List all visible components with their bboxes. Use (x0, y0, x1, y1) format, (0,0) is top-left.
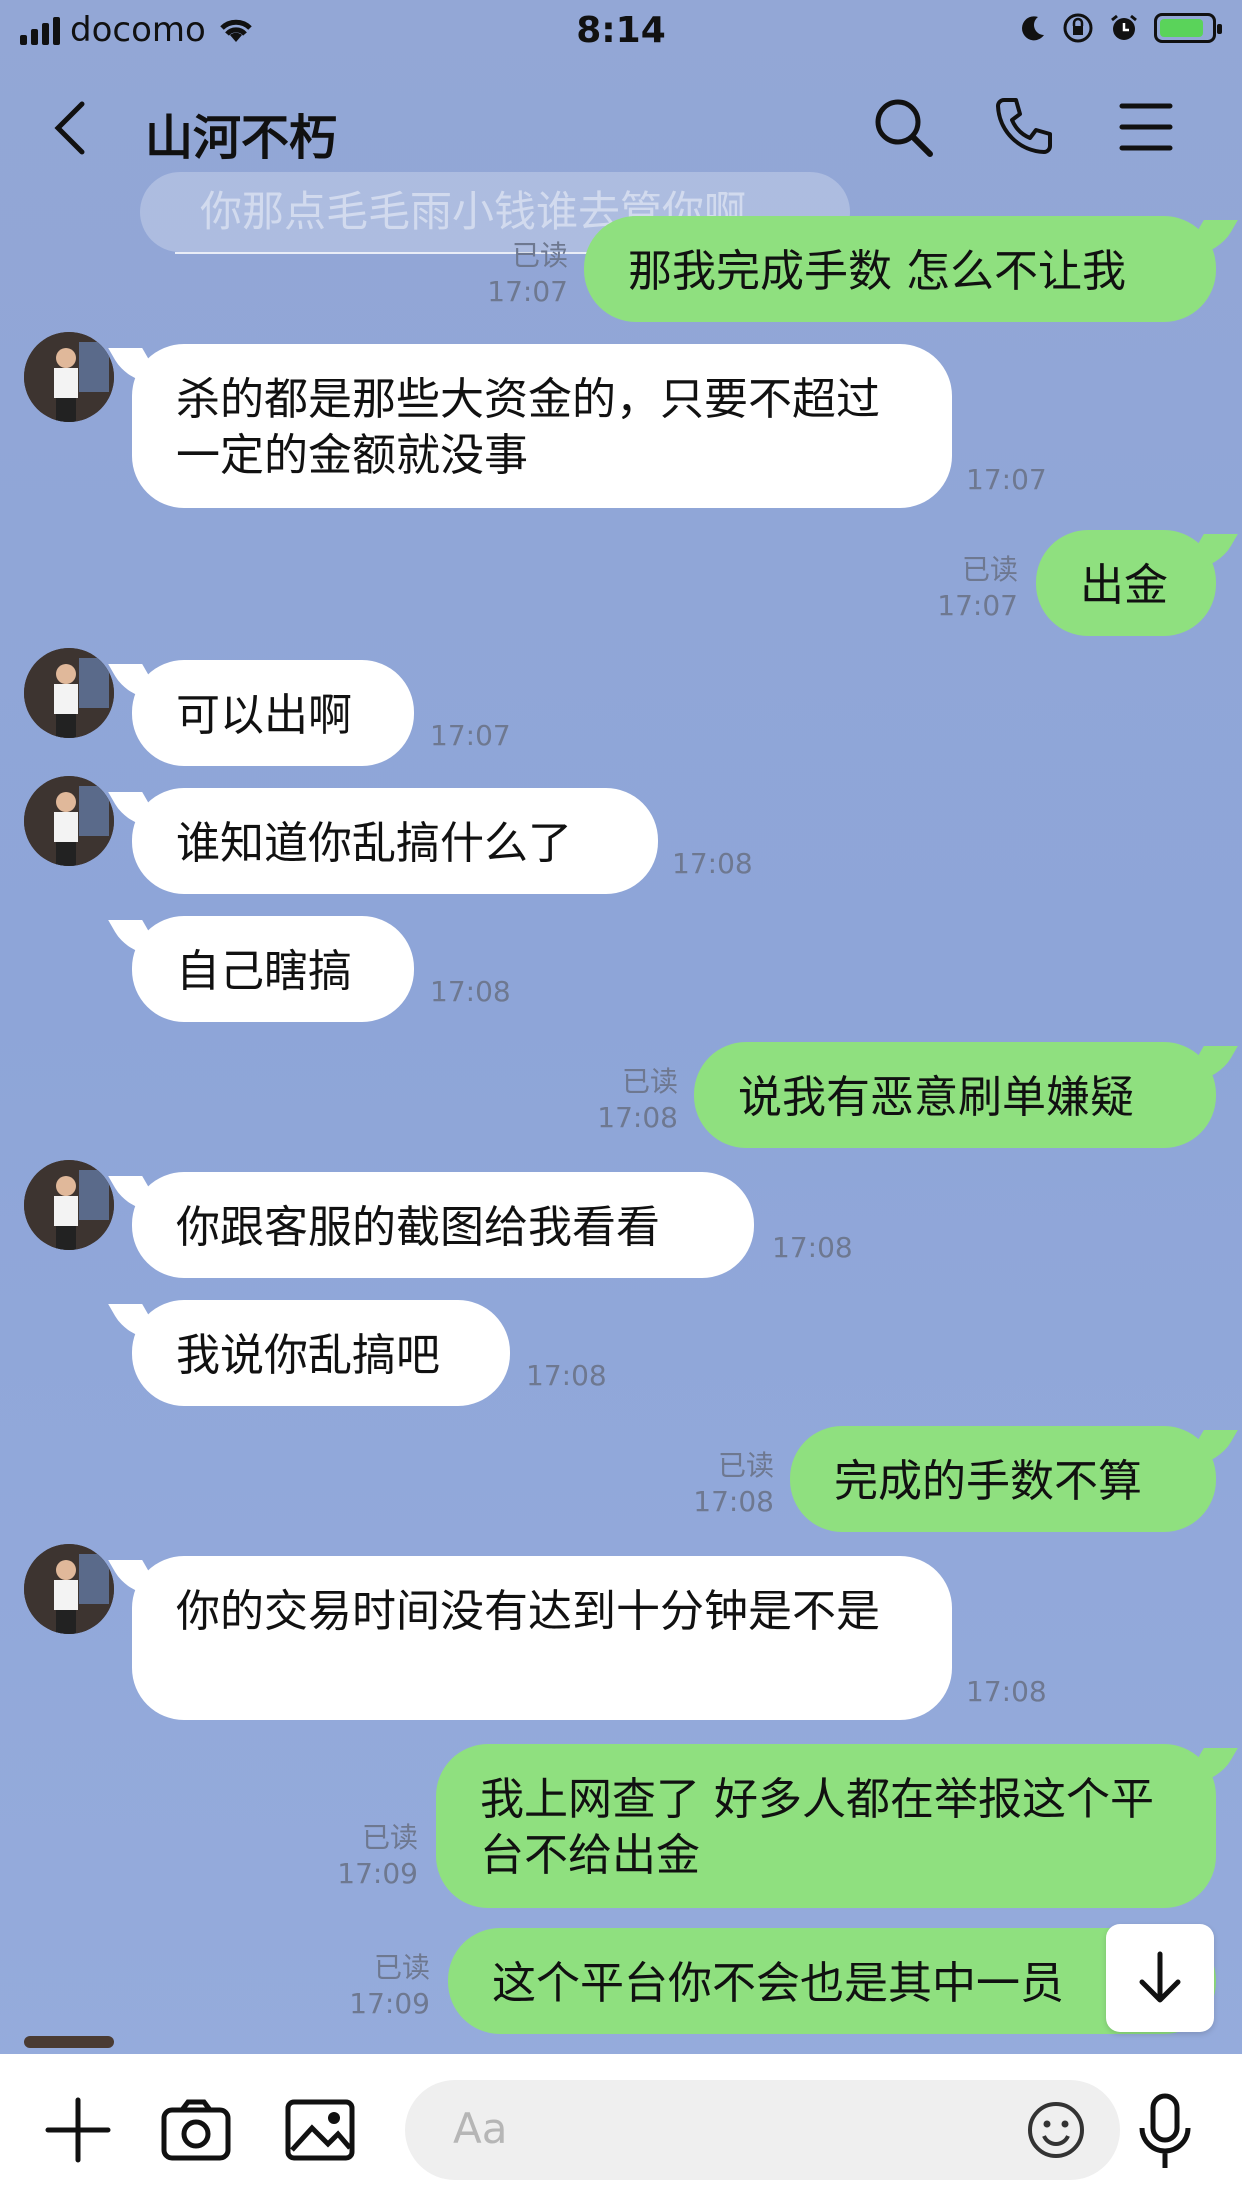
message-meta: 已读 17:09 (332, 1950, 430, 2022)
message-text: 出金 (1080, 560, 1168, 611)
message-time: 17:09 (337, 1857, 418, 1890)
image-icon (285, 2099, 355, 2161)
message-bubble-outgoing[interactable]: 我上网查了 好多人都在举报这个平台不给出金 (436, 1744, 1216, 1908)
message-input[interactable]: Aa (405, 2080, 1120, 2180)
read-receipt: 已读 (373, 1951, 430, 1984)
message-meta: 已读 17:09 (320, 1820, 418, 1892)
avatar[interactable] (24, 776, 114, 866)
moon-icon (1022, 16, 1044, 41)
message-time: 17:08 (597, 1101, 678, 1134)
scroll-to-bottom-button[interactable] (1106, 1924, 1214, 2032)
message-bubble-incoming[interactable]: 我说你乱搞吧 (132, 1300, 510, 1406)
read-receipt: 已读 (961, 553, 1018, 586)
camera-icon (161, 2099, 231, 2161)
message-text: 自己瞎搞 (176, 946, 352, 997)
menu-icon (1119, 103, 1173, 151)
chat-header: 你那点毛毛雨小钱谁去管你啊 山河不朽 (0, 62, 1242, 254)
chevron-left-icon (54, 101, 85, 155)
message-time: 17:08 (430, 975, 511, 1008)
message-text: 这个平台你不会也是其中一员 (492, 1958, 1064, 2009)
message-bubble-incoming[interactable]: 你跟客服的截图给我看看 (132, 1172, 754, 1278)
avatar[interactable] (24, 2036, 114, 2048)
message-bubble-outgoing[interactable]: 完成的手数不算 (790, 1426, 1216, 1532)
gallery-button[interactable] (282, 2092, 358, 2172)
chat-area[interactable]: 已读 17:07 那我完成手数 怎么不让我 杀的都是那些大资金的，只要不超过一定… (0, 200, 1242, 2048)
message-time: 17:08 (693, 1485, 774, 1518)
read-receipt: 已读 (621, 1065, 678, 1098)
message-text: 那我完成手数 怎么不让我 (628, 246, 1126, 297)
message-meta: 已读 17:07 (470, 238, 568, 310)
microphone-icon (1139, 2093, 1191, 2168)
rotation-lock-icon (1063, 13, 1093, 43)
search-icon (875, 99, 933, 157)
add-button[interactable] (40, 2092, 116, 2172)
message-time: 17:07 (937, 589, 1018, 622)
camera-button[interactable] (158, 2092, 234, 2172)
message-text: 你的交易时间没有达到十分钟是不是 (176, 1586, 880, 1637)
arrow-down-icon (1139, 1951, 1181, 2003)
avatar[interactable] (24, 332, 114, 422)
message-meta: 已读 17:07 (920, 552, 1018, 624)
menu-button[interactable] (1112, 92, 1182, 162)
message-time: 17:07 (966, 463, 1047, 496)
message-text: 说我有恶意刷单嫌疑 (738, 1072, 1134, 1123)
search-button[interactable] (868, 92, 938, 162)
message-meta: 已读 17:08 (676, 1448, 774, 1520)
status-icons (1018, 12, 1222, 44)
message-text: 完成的手数不算 (834, 1456, 1142, 1507)
message-time: 17:08 (772, 1231, 853, 1264)
message-text: 杀的都是那些大资金的，只要不超过一定的金额就没事 (176, 374, 880, 481)
message-text: 我上网查了 好多人都在举报这个平台不给出金 (480, 1774, 1154, 1881)
message-text: 可以出啊 (176, 690, 352, 741)
message-bubble-outgoing[interactable]: 那我完成手数 怎么不让我 (584, 216, 1216, 322)
message-time: 17:09 (349, 1987, 430, 2020)
message-input-bar: Aa (0, 2054, 1242, 2208)
message-meta: 已读 17:08 (580, 1064, 678, 1136)
message-time: 17:08 (966, 1675, 1047, 1708)
battery-icon (1154, 13, 1222, 43)
alarm-icon (1111, 14, 1137, 40)
status-bar: docomo 8:14 (0, 0, 1242, 62)
chat-title: 山河不朽 (145, 110, 338, 166)
emoji-icon[interactable] (1024, 2098, 1088, 2162)
phone-icon (996, 98, 1052, 154)
message-time: 17:08 (526, 1359, 607, 1392)
message-bubble-incoming[interactable]: 可以出啊 (132, 660, 414, 766)
message-time: 17:07 (487, 275, 568, 308)
back-button[interactable] (50, 98, 90, 168)
plus-icon (45, 2097, 111, 2163)
avatar[interactable] (24, 1160, 114, 1250)
message-bubble-incoming[interactable]: 自己瞎搞 (132, 916, 414, 1022)
message-time: 17:08 (672, 847, 753, 880)
message-bubble-outgoing[interactable]: 说我有恶意刷单嫌疑 (694, 1042, 1216, 1148)
read-receipt: 已读 (717, 1449, 774, 1482)
call-button[interactable] (990, 92, 1060, 162)
avatar[interactable] (24, 1544, 114, 1634)
message-bubble-outgoing[interactable]: 这个平台你不会也是其中一员 (448, 1928, 1216, 2034)
message-text: 谁知道你乱搞什么了 (176, 818, 572, 869)
message-bubble-incoming[interactable]: 你的交易时间没有达到十分钟是不是 (132, 1556, 952, 1720)
read-receipt: 已读 (361, 1821, 418, 1854)
voice-button[interactable] (1130, 2092, 1200, 2176)
message-text: 我说你乱搞吧 (176, 1330, 440, 1381)
message-text: 你跟客服的截图给我看看 (176, 1202, 660, 1253)
message-bubble-incoming[interactable]: 杀的都是那些大资金的，只要不超过一定的金额就没事 (132, 344, 952, 508)
message-bubble-incoming[interactable]: 谁知道你乱搞什么了 (132, 788, 658, 894)
avatar[interactable] (24, 648, 114, 738)
message-input-placeholder: Aa (453, 2104, 508, 2153)
message-bubble-outgoing[interactable]: 出金 (1036, 530, 1216, 636)
read-receipt: 已读 (511, 239, 568, 272)
message-time: 17:07 (430, 719, 511, 752)
